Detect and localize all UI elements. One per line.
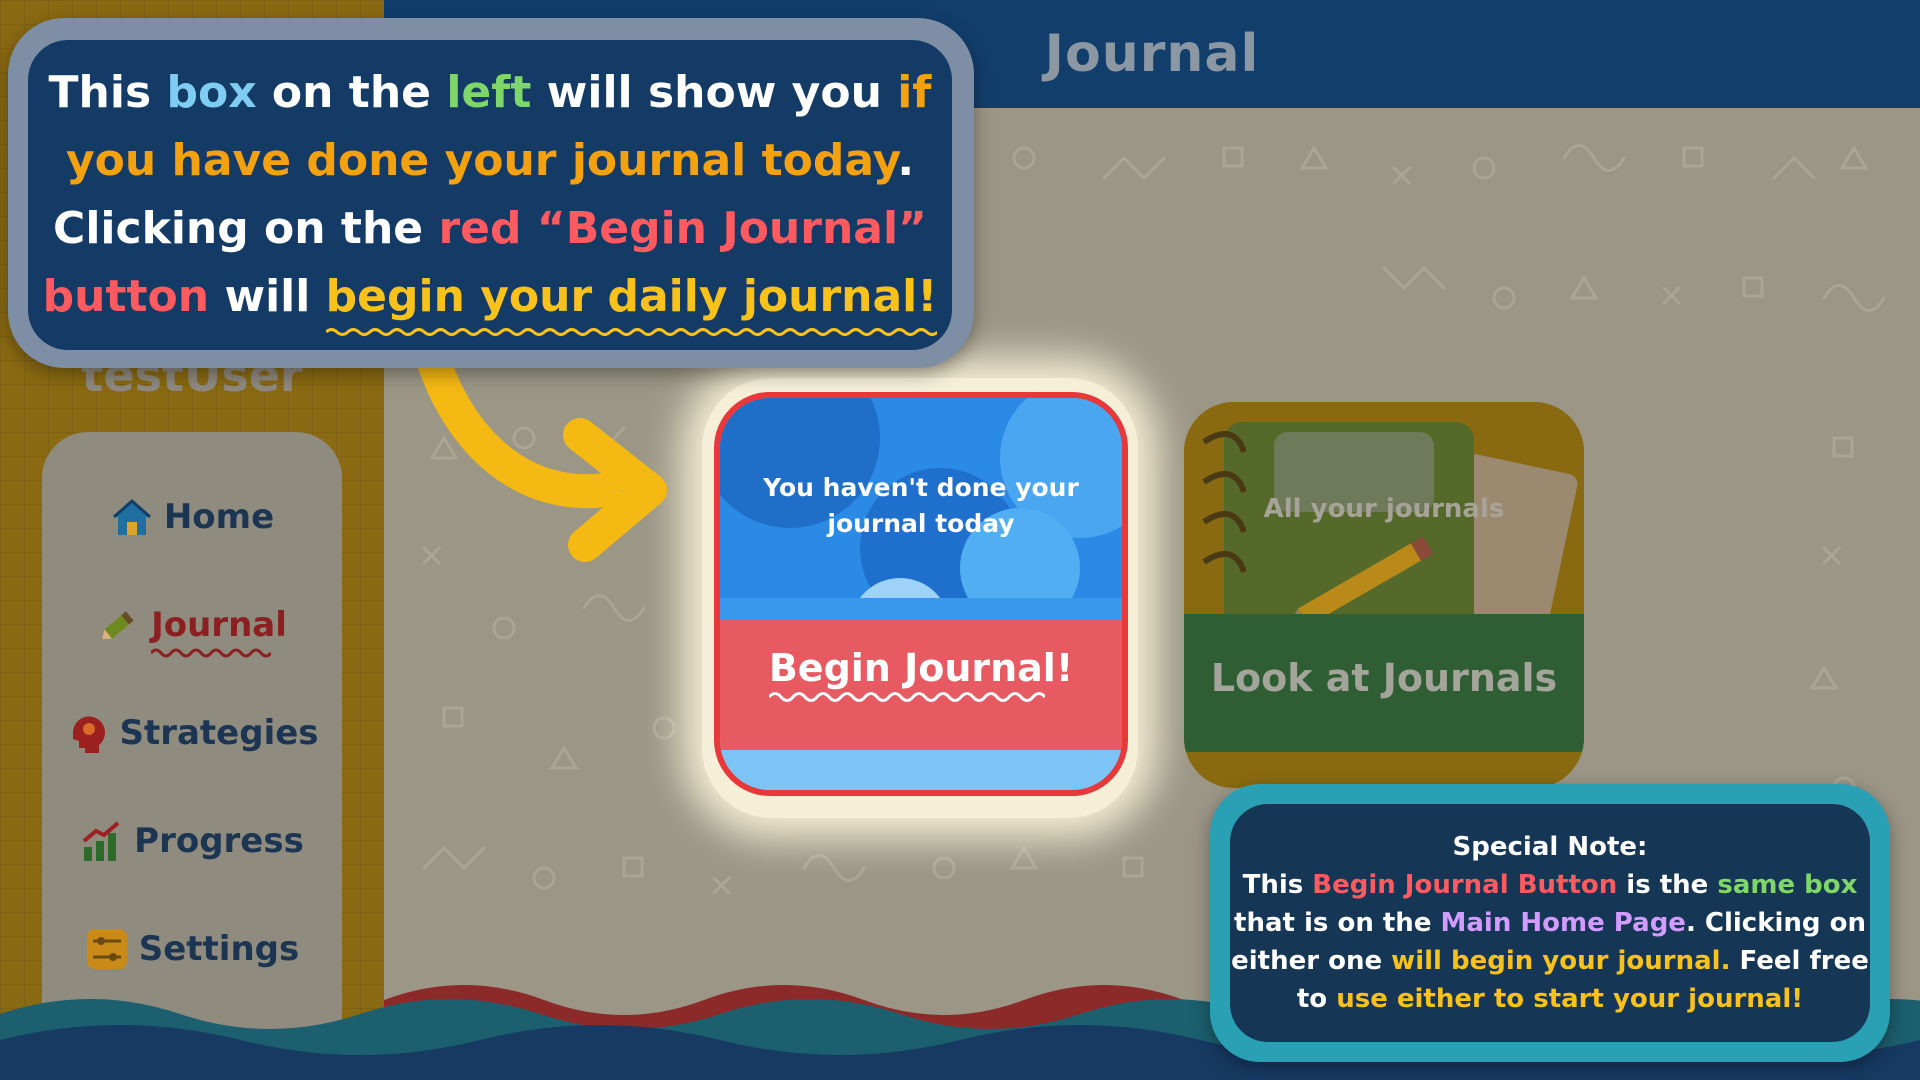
sidebar-item-home[interactable]: Home <box>42 482 342 552</box>
tutorial-callout-text: This box on the left will show you if yo… <box>28 40 952 350</box>
journal-status-text: You haven't done your journal today <box>763 473 1079 538</box>
look-at-journals-card[interactable]: All your journals Look at Journals <box>1184 402 1584 788</box>
begin-journal-label: Begin Journal! <box>768 646 1074 690</box>
active-underline <box>151 648 272 658</box>
sidebar-item-label: Strategies <box>119 713 319 753</box>
sidebar-item-label: Journal <box>151 605 287 645</box>
pencil-icon <box>97 603 141 647</box>
special-note-title: Special Note: <box>1452 832 1648 862</box>
sidebar-item-label: Home <box>163 497 275 537</box>
head-icon <box>65 711 109 755</box>
button-underline <box>768 692 1045 702</box>
card-bottom-band <box>720 750 1122 790</box>
app-window: Journal testUser Home Journal Strategies… <box>0 0 1920 1080</box>
sidebar-item-journal[interactable]: Journal <box>42 590 342 660</box>
chart-icon <box>80 819 124 863</box>
pointer-arrow <box>413 340 667 562</box>
begin-journal-button[interactable]: Begin Journal! <box>720 646 1122 702</box>
special-note-text: Special Note: This Begin Journal Button … <box>1230 804 1870 1042</box>
sidebar-item-strategies[interactable]: Strategies <box>42 698 342 768</box>
look-at-journals-button[interactable]: Look at Journals <box>1184 656 1584 700</box>
callout-underline <box>325 328 938 336</box>
home-icon <box>110 495 154 539</box>
journal-status-card[interactable]: You haven't done your journal today Begi… <box>714 392 1128 796</box>
look-card-caption: All your journals <box>1263 494 1505 524</box>
sidebar-item-progress[interactable]: Progress <box>42 806 342 876</box>
sidebar-item-label: Progress <box>134 821 304 861</box>
